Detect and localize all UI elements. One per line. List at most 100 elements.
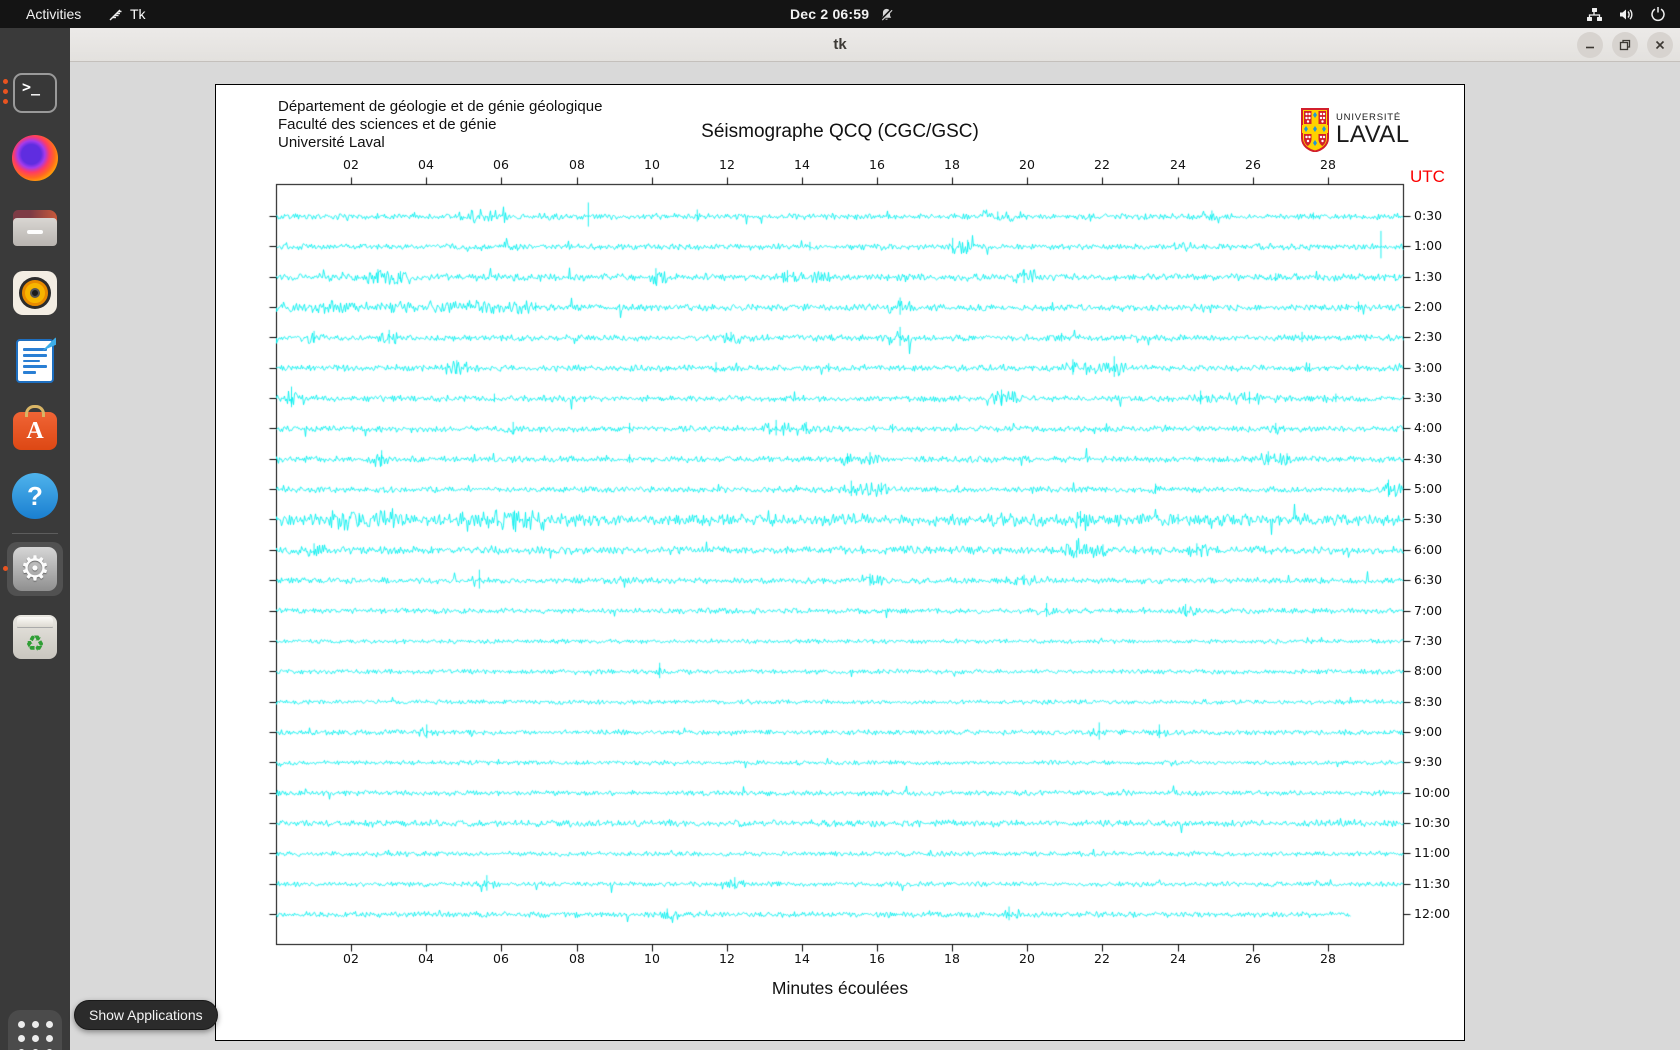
utc-row-label: 4:00 — [1414, 420, 1442, 435]
utc-row-label: 11:00 — [1414, 845, 1450, 860]
utc-row-label: 3:30 — [1414, 390, 1442, 405]
x-tick-label-top: 12 — [714, 157, 740, 172]
tk-feather-icon — [108, 7, 123, 22]
x-tick-label-bottom: 18 — [939, 951, 965, 966]
firefox-icon — [12, 135, 58, 181]
dock-item-firefox[interactable] — [11, 134, 59, 182]
clock-label: Dec 2 06:59 — [790, 6, 869, 22]
x-tick-label-top: 10 — [639, 157, 665, 172]
address-line: Département de géologie et de génie géol… — [278, 98, 602, 116]
logo-text-laval: LAVAL — [1336, 123, 1410, 147]
utc-row-label: 6:00 — [1414, 542, 1442, 557]
show-applications-button[interactable] — [8, 1010, 62, 1050]
utc-row-label: 1:00 — [1414, 238, 1442, 253]
app-indicator-label: Tk — [130, 6, 146, 22]
dock-item-help[interactable]: ? — [11, 472, 59, 520]
x-tick-label-bottom: 10 — [639, 951, 665, 966]
x-tick-label-top: 14 — [789, 157, 815, 172]
x-tick-label-top: 06 — [488, 157, 514, 172]
notifications-off-bell-icon — [879, 7, 894, 22]
x-tick-label-top: 02 — [338, 157, 364, 172]
close-button[interactable] — [1647, 32, 1673, 58]
dock-item-files[interactable] — [11, 204, 59, 252]
utc-row-label: 6:30 — [1414, 572, 1442, 587]
terminal-icon: >_ — [13, 73, 57, 113]
trash-recycle-icon: ♻ — [13, 615, 57, 659]
window-titlebar[interactable]: tk — [70, 28, 1680, 62]
window-title: tk — [70, 28, 1610, 62]
x-tick-label-top: 08 — [564, 157, 590, 172]
minimize-button[interactable] — [1577, 32, 1603, 58]
utc-row-label: 7:00 — [1414, 603, 1442, 618]
laval-shield-icon — [1301, 108, 1329, 157]
app-indicator[interactable]: Tk — [108, 0, 146, 28]
running-indicator-dot — [3, 99, 8, 104]
figure-title: Séismographe QCQ (CGC/GSC) — [216, 121, 1464, 143]
running-indicator-dot — [3, 89, 8, 94]
utc-row-label: 2:30 — [1414, 329, 1442, 344]
x-tick-label-bottom: 12 — [714, 951, 740, 966]
help-question-icon: ? — [12, 473, 58, 519]
utc-row-label: 3:00 — [1414, 360, 1442, 375]
x-tick-label-bottom: 16 — [864, 951, 890, 966]
seismogram-canvas — [216, 85, 1464, 1040]
utc-row-label: 5:00 — [1414, 481, 1442, 496]
ubuntu-software-icon: A — [13, 412, 57, 450]
dock-item-writer[interactable] — [11, 337, 59, 385]
seismograph-figure: Département de géologie et de génie géol… — [215, 84, 1465, 1041]
x-tick-label-top: 26 — [1240, 157, 1266, 172]
power-icon — [1650, 6, 1666, 22]
utc-row-label: 12:00 — [1414, 906, 1450, 921]
utc-row-label: 9:00 — [1414, 724, 1442, 739]
dock-item-settings[interactable]: ⚙ — [11, 545, 59, 593]
x-tick-label-bottom: 26 — [1240, 951, 1266, 966]
utc-row-label: 1:30 — [1414, 269, 1442, 284]
clock-menu[interactable]: Dec 2 06:59 — [790, 0, 894, 28]
top-bar: Activities Tk Dec 2 06:59 — [0, 0, 1680, 28]
utc-axis-label: UTC — [1410, 167, 1445, 187]
activities-button[interactable]: Activities — [18, 0, 89, 28]
x-axis-title: Minutes écoulées — [216, 978, 1464, 999]
window-content: Département de géologie et de génie géol… — [70, 63, 1680, 1050]
x-tick-label-top: 20 — [1014, 157, 1040, 172]
maximize-button[interactable] — [1612, 32, 1638, 58]
utc-row-label: 9:30 — [1414, 754, 1442, 769]
dock-item-rhythmbox[interactable] — [11, 269, 59, 317]
dock-item-terminal[interactable]: >_ — [11, 69, 59, 117]
dock-separator — [12, 533, 58, 534]
dock: >_ A ? ⚙ ♻ — [0, 28, 70, 1050]
show-applications-tooltip: Show Applications — [74, 1000, 218, 1030]
files-folder-icon — [13, 210, 57, 246]
x-tick-label-bottom: 22 — [1089, 951, 1115, 966]
gear-icon: ⚙ — [13, 547, 57, 591]
x-tick-label-top: 28 — [1315, 157, 1341, 172]
utc-row-label: 7:30 — [1414, 633, 1442, 648]
libreoffice-writer-icon — [16, 339, 54, 383]
x-tick-label-bottom: 04 — [413, 951, 439, 966]
x-tick-label-top: 22 — [1089, 157, 1115, 172]
utc-row-label: 0:30 — [1414, 208, 1442, 223]
x-tick-label-bottom: 14 — [789, 951, 815, 966]
utc-row-label: 5:30 — [1414, 511, 1442, 526]
x-tick-label-top: 24 — [1165, 157, 1191, 172]
x-tick-label-top: 18 — [939, 157, 965, 172]
x-tick-label-bottom: 28 — [1315, 951, 1341, 966]
x-tick-label-top: 04 — [413, 157, 439, 172]
utc-row-label: 10:30 — [1414, 815, 1450, 830]
dock-item-software[interactable]: A — [11, 404, 59, 452]
x-tick-label-bottom: 08 — [564, 951, 590, 966]
universite-laval-logo: UNIVERSITÉ LAVAL — [1301, 108, 1410, 157]
utc-row-label: 4:30 — [1414, 451, 1442, 466]
system-status-area[interactable] — [1586, 0, 1666, 28]
rhythmbox-speaker-icon — [13, 271, 57, 315]
tk-window: tk Département de géologie et de génie g… — [70, 28, 1680, 1050]
dock-item-trash[interactable]: ♻ — [11, 613, 59, 661]
x-tick-label-bottom: 20 — [1014, 951, 1040, 966]
desktop: Activities Tk Dec 2 06:59 — [0, 0, 1680, 1050]
network-wired-icon — [1586, 7, 1603, 22]
running-indicator-dot — [3, 566, 8, 571]
x-tick-label-bottom: 02 — [338, 951, 364, 966]
x-tick-label-bottom: 24 — [1165, 951, 1191, 966]
x-tick-label-bottom: 06 — [488, 951, 514, 966]
utc-row-label: 8:30 — [1414, 694, 1442, 709]
